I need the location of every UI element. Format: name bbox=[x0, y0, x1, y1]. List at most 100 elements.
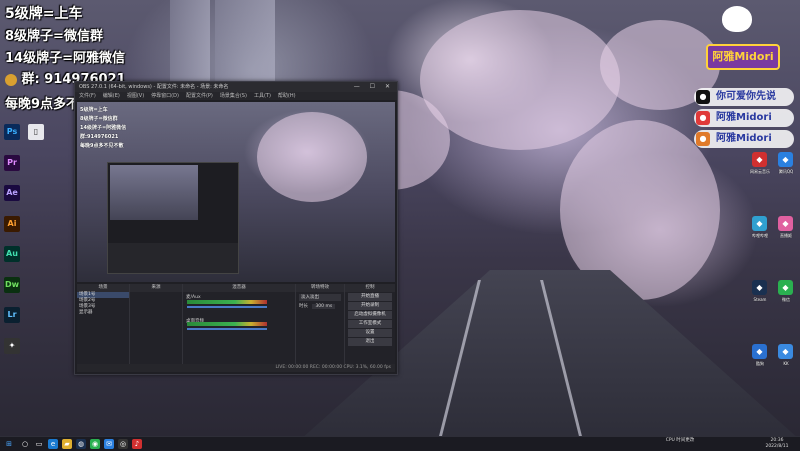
desktop-app-icon[interactable]: ◆ bbox=[752, 344, 767, 359]
task-view-icon[interactable]: ▭ bbox=[34, 439, 44, 449]
wallpaper-blossom bbox=[420, 10, 620, 150]
menu-item[interactable]: 帮助(H) bbox=[278, 93, 296, 99]
cat-mascot-icon bbox=[722, 6, 752, 32]
desktop-app-icon[interactable]: ◆ bbox=[778, 216, 793, 231]
control-button[interactable]: 开始录制 bbox=[348, 302, 392, 310]
windows-start-icon[interactable]: ⊞ bbox=[4, 439, 14, 449]
netease-taskbar-icon[interactable]: ♪ bbox=[132, 439, 142, 449]
tray-clock[interactable]: 20:36 2022/8/11 bbox=[760, 438, 794, 450]
overlay-line-3: 14级牌子=阿雅微信 bbox=[5, 51, 125, 66]
steam-taskbar-icon[interactable]: ◍ bbox=[76, 439, 86, 449]
control-button[interactable]: 启动虚拟摄像机 bbox=[348, 311, 392, 319]
desktop-app-icon[interactable]: ◆ bbox=[752, 216, 767, 231]
search-icon[interactable]: ○ bbox=[20, 439, 30, 449]
tray-date: 2022/8/11 bbox=[765, 444, 789, 449]
obs-window[interactable]: OBS 27.0.1 (64-bit, windows) - 配置文件: 未命名… bbox=[74, 81, 398, 375]
menu-item[interactable]: 视图(V) bbox=[127, 93, 144, 99]
volume-slider[interactable] bbox=[187, 328, 267, 330]
preview-blossom bbox=[257, 112, 367, 202]
obs-docks: 场景 场景1号场景2号场景3号显示器 来源 混音器 麦/Aux 桌面音频 转场特… bbox=[77, 284, 395, 372]
nested-preview-image bbox=[110, 165, 198, 220]
control-button[interactable]: 工作室模式 bbox=[348, 320, 392, 328]
qq-taskbar-icon[interactable]: ✉ bbox=[104, 439, 114, 449]
social-label: 阿雅Midori bbox=[716, 112, 772, 123]
desktop-app-icon[interactable]: ◆ bbox=[778, 344, 793, 359]
obs-menubar: 文件(F) 编辑(E) 视图(V) 停靠窗口(D) 配置文件(P) 场景集合(S) 工具(T… bbox=[75, 92, 397, 100]
group-label: 群: bbox=[21, 72, 40, 87]
control-button[interactable]: 设置 bbox=[348, 329, 392, 337]
desktop-app-icon[interactable]: ◆ bbox=[778, 280, 793, 295]
preview-overlay-line: 14级牌子=阿雅微信 bbox=[80, 125, 127, 131]
preview-overlay-line: 8级牌子=微信群 bbox=[80, 116, 118, 122]
sources-header: 来源 bbox=[130, 284, 182, 292]
weibo-icon: ● bbox=[696, 132, 710, 146]
menu-item[interactable]: 文件(F) bbox=[79, 93, 96, 99]
controls-header: 控制 bbox=[345, 284, 395, 292]
obs-status-bar: LIVE: 00:00:00 REC: 00:00:00 CPU: 3.1%, … bbox=[77, 364, 395, 372]
desktop-app-icon[interactable]: ◆ bbox=[778, 152, 793, 167]
mixer-dock: 混音器 麦/Aux 桌面音频 bbox=[183, 284, 296, 372]
desktop-app-icon[interactable]: ◆ bbox=[752, 280, 767, 295]
volume-slider[interactable] bbox=[187, 306, 267, 308]
social-badge: ● 阿雅Midori bbox=[694, 109, 794, 127]
app-icon[interactable]: ✦ bbox=[4, 338, 20, 354]
aftereffects-icon[interactable]: Ae bbox=[4, 185, 20, 201]
sources-dock: 来源 bbox=[130, 284, 183, 372]
weibo-icon: ● bbox=[696, 111, 710, 125]
social-badge: ● 阿雅Midori bbox=[694, 130, 794, 148]
window-controls[interactable]: — ☐ ✕ bbox=[354, 82, 394, 92]
tiktok-icon: ● bbox=[696, 90, 710, 104]
edge-icon[interactable]: e bbox=[48, 439, 58, 449]
desktop-app-label: 直播姬 bbox=[780, 233, 792, 238]
controls-dock: 控制 开始直播 开始录制 启动虚拟摄像机 工作室模式 设置 退出 bbox=[345, 284, 395, 372]
desktop-app-icon[interactable]: ◆ bbox=[752, 152, 767, 167]
illustrator-icon[interactable]: Ai bbox=[4, 216, 20, 232]
audition-icon[interactable]: Au bbox=[4, 246, 20, 262]
obs-taskbar-icon[interactable]: ◎ bbox=[118, 439, 128, 449]
logo-text: 阿雅Midori bbox=[706, 44, 780, 70]
taskbar: ⊞ ○ ▭ e ▰ ◍ ◉ ✉ ◎ ♪ CPU 时间更改 20:36 2022/… bbox=[0, 436, 800, 451]
wechat-taskbar-icon[interactable]: ◉ bbox=[90, 439, 100, 449]
premiere-icon[interactable]: Pr bbox=[4, 155, 20, 171]
control-button[interactable]: 退出 bbox=[348, 338, 392, 346]
preview-overlay-line: 5级牌=上车 bbox=[80, 107, 108, 113]
social-label: 阿雅Midori bbox=[716, 133, 772, 144]
lightroom-icon[interactable]: Lr bbox=[4, 307, 20, 323]
social-badge: ● 你可爱你先说 bbox=[694, 88, 794, 106]
transition-duration[interactable]: 300 ms bbox=[312, 304, 336, 309]
obs-titlebar[interactable]: OBS 27.0.1 (64-bit, windows) - 配置文件: 未命名… bbox=[75, 82, 397, 92]
file-icon[interactable]: ▯ bbox=[28, 124, 44, 140]
scenes-dock: 场景 场景1号 场景2号 场景3号 显示器 bbox=[77, 284, 130, 372]
menu-item[interactable]: 场景集合(S) bbox=[220, 93, 247, 99]
transitions-dock: 转场特效 淡入淡出 时长 300 ms bbox=[296, 284, 345, 372]
audio-meter bbox=[187, 300, 267, 304]
desktop-app-label: 腾讯QQ bbox=[778, 169, 794, 174]
audio-meter bbox=[187, 322, 267, 326]
group-icon bbox=[5, 73, 17, 86]
tray-weather[interactable]: CPU 时间更改 bbox=[660, 438, 700, 444]
overlay-line-2: 8级牌子=微信群 bbox=[5, 29, 103, 44]
transition-select[interactable]: 淡入淡出 bbox=[299, 294, 341, 301]
menu-item[interactable]: 编辑(E) bbox=[103, 93, 120, 99]
menu-item[interactable]: 停靠窗口(D) bbox=[151, 93, 179, 99]
photoshop-icon[interactable]: Ps bbox=[4, 124, 20, 140]
desktop-wallpaper: 5级牌=上车 8级牌子=微信群 14级牌子=阿雅微信 群: 914976021 … bbox=[0, 0, 800, 436]
menu-item[interactable]: 工具(T) bbox=[254, 93, 271, 99]
scenes-header: 场景 bbox=[77, 284, 129, 292]
dreamweaver-icon[interactable]: Dw bbox=[4, 277, 20, 293]
nested-obs-preview bbox=[107, 162, 239, 274]
desktop-app-label: KK bbox=[783, 361, 789, 366]
control-button[interactable]: 开始直播 bbox=[348, 293, 392, 301]
mixer-header: 混音器 bbox=[183, 284, 295, 292]
obs-title: OBS 27.0.1 (64-bit, windows) - 配置文件: 未命名… bbox=[79, 84, 229, 90]
preview-overlay-line: 群:914976021 bbox=[80, 134, 119, 140]
obs-preview[interactable]: 5级牌=上车 8级牌子=微信群 14级牌子=阿雅微信 群:914976021 每晚9点多… bbox=[77, 102, 395, 282]
preview-overlay-line: 每晚9点多不见不散 bbox=[80, 143, 124, 149]
file-explorer-icon[interactable]: ▰ bbox=[62, 439, 72, 449]
transition-duration-label: 时长 bbox=[299, 304, 308, 309]
menu-item[interactable]: 配置文件(P) bbox=[186, 93, 213, 99]
overlay-line-1: 5级牌=上车 bbox=[5, 6, 83, 22]
scene-item[interactable]: 显示器 bbox=[77, 310, 129, 316]
social-label: 你可爱你先说 bbox=[716, 91, 776, 102]
nested-docks bbox=[108, 243, 238, 273]
